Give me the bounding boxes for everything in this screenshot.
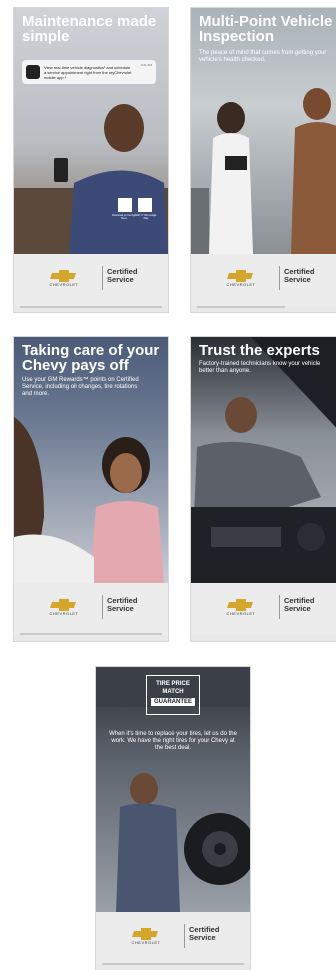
banner-experts: Trust the experts Factory-trained techni…	[191, 337, 336, 641]
service-word: Service	[107, 604, 134, 613]
certified-service-label: Certified Service	[107, 268, 137, 284]
banner-inspection: Multi-Point Vehicle Inspection The peace…	[191, 8, 336, 312]
banner-rewards: Taking care of your Chevy pays off Use y…	[14, 337, 168, 641]
brand-wordmark: CHEVROLET	[131, 940, 161, 945]
qr-caption-google-play: GET IT ON Google Play	[135, 214, 157, 220]
bowtie-icon	[50, 270, 76, 282]
banner-photo: Maintenance made simple View real-time v…	[14, 8, 168, 254]
bowtie-icon	[50, 599, 76, 611]
banner-footer: CHEVROLET Certified Service	[191, 583, 336, 635]
certified-service-label: Certified Service	[284, 597, 314, 613]
chevrolet-logo: CHEVROLET	[36, 270, 92, 288]
fine-print	[20, 306, 162, 308]
chevrolet-logo: CHEVROLET	[213, 270, 269, 288]
footer-divider	[279, 595, 280, 619]
banner-footer: CHEVROLET Certified Service	[96, 912, 250, 964]
service-word: Service	[284, 604, 311, 613]
banner-footer: CHEVROLET Certified Service	[191, 254, 336, 306]
banner-subtitle: Factory-trained technicians know your ve…	[199, 361, 321, 374]
fine-print	[197, 306, 285, 308]
banner-footer: CHEVROLET Certified Service	[14, 583, 168, 635]
brand-wordmark: CHEVROLET	[226, 282, 256, 287]
banner-title: Multi-Point Vehicle Inspection	[199, 13, 333, 45]
chevrolet-logo: CHEVROLET	[36, 599, 92, 617]
chevrolet-logo: CHEVROLET	[213, 599, 269, 617]
certified-service-label: Certified Service	[284, 268, 314, 284]
tire-price-match-badge: TIRE PRICE MATCH GUARANTEE	[146, 675, 200, 715]
bowtie-icon	[227, 599, 253, 611]
banner-subtitle: When it's time to replace your tires, le…	[109, 731, 237, 751]
notification-text: View real-time vehicle diagnostics¹ and …	[44, 65, 132, 80]
certified-service-label: Certified Service	[107, 597, 137, 613]
banner-photo: TIRE PRICE MATCH GUARANTEE When it's tim…	[96, 667, 250, 912]
banner-photo: Trust the experts Factory-trained techni…	[191, 337, 336, 583]
banner-tire-guarantee: TIRE PRICE MATCH GUARANTEE When it's tim…	[96, 667, 250, 970]
badge-line-1: TIRE PRICE	[156, 681, 190, 687]
fine-print	[20, 633, 162, 635]
banner-subtitle: The peace of mind that comes from gettin…	[199, 50, 327, 63]
banner-subtitle: Use your GM Rewards™ points on Certified…	[22, 377, 139, 397]
certified-service-label: Certified Service	[189, 926, 219, 942]
brand-wordmark: CHEVROLET	[49, 282, 79, 287]
banner-photo: Multi-Point Vehicle Inspection The peace…	[191, 8, 336, 254]
banner-title: Taking care of your Chevy pays off	[22, 342, 160, 374]
brand-wordmark: CHEVROLET	[49, 611, 79, 616]
bowtie-icon	[132, 928, 158, 940]
footer-divider	[102, 266, 103, 290]
banner-footer: CHEVROLET Certified Service	[14, 254, 168, 306]
brand-wordmark: CHEVROLET	[226, 611, 256, 616]
service-word: Service	[284, 275, 311, 284]
footer-divider	[279, 266, 280, 290]
badge-line-2: MATCH	[162, 689, 184, 695]
service-word: Service	[189, 933, 216, 942]
badge-line-3: GUARANTEE	[151, 698, 195, 706]
fine-print	[102, 963, 244, 965]
service-word: Service	[107, 275, 134, 284]
banner-title: Trust the experts	[199, 342, 320, 359]
chevrolet-app-icon	[26, 65, 40, 79]
banner-maintenance: Maintenance made simple View real-time v…	[14, 8, 168, 312]
footer-divider	[184, 924, 185, 948]
banner-photo: Taking care of your Chevy pays off Use y…	[14, 337, 168, 583]
chevrolet-logo: CHEVROLET	[118, 928, 174, 946]
notification-time: 9:41 AM	[140, 63, 152, 67]
qr-caption-app-store: Download on the App Store	[112, 214, 136, 220]
bowtie-icon	[227, 270, 253, 282]
footer-divider	[102, 595, 103, 619]
notification-card: View real-time vehicle diagnostics¹ and …	[22, 60, 156, 84]
banner-title: Maintenance made simple	[22, 13, 157, 45]
